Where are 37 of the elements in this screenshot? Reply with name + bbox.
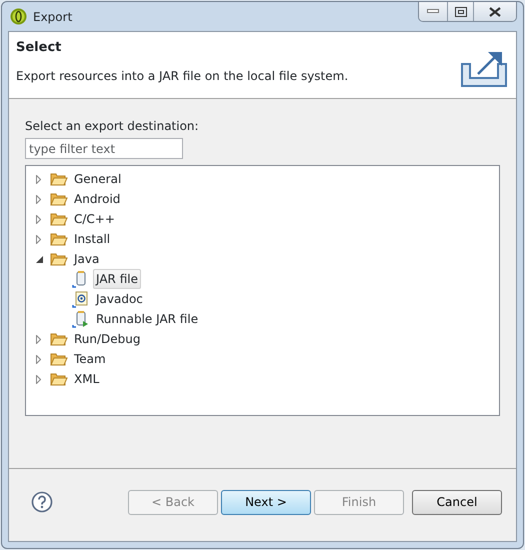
- wizard-button[interactable]: Next >: [221, 490, 311, 514]
- close-icon: [489, 6, 501, 16]
- close-button[interactable]: [473, 2, 516, 21]
- tree-item[interactable]: Runnable JAR file: [93, 310, 202, 328]
- minimize-button[interactable]: [419, 2, 447, 21]
- folder-icon: [50, 172, 68, 186]
- folder-icon: [50, 252, 68, 266]
- filter-field[interactable]: type filter text: [25, 138, 183, 159]
- tree-item[interactable]: Install: [71, 230, 114, 248]
- minimize-icon: [427, 9, 439, 14]
- help-icon[interactable]: [31, 491, 53, 513]
- restore-icon: [454, 6, 466, 16]
- app-icon: [10, 8, 27, 25]
- restore-button[interactable]: [447, 2, 473, 21]
- tree-item[interactable]: General: [71, 170, 124, 188]
- collapse-arrow-icon[interactable]: [36, 256, 45, 262]
- destination-label: Select an export destination:: [25, 118, 200, 135]
- header-title: Select: [16, 39, 62, 57]
- wizard-button[interactable]: Cancel: [412, 490, 502, 514]
- window-title: Export: [33, 8, 72, 26]
- document-icon: [72, 290, 90, 308]
- folder-icon: [50, 192, 68, 206]
- tree-item[interactable]: JAR file: [93, 269, 141, 289]
- tree-item[interactable]: XML: [71, 370, 102, 388]
- folder-icon: [50, 352, 68, 366]
- folder-icon: [50, 212, 68, 226]
- tree-item[interactable]: C/C++: [71, 210, 118, 228]
- folder-icon: [50, 372, 68, 386]
- jar-icon: [72, 310, 90, 328]
- folder-icon: [50, 232, 68, 246]
- folder-icon: [50, 332, 68, 346]
- header-description: Export resources into a JAR file on the local file system.: [16, 68, 348, 84]
- tree-item[interactable]: Java: [71, 250, 102, 268]
- tree-item[interactable]: Team: [71, 350, 109, 368]
- tree-item[interactable]: Run/Debug: [71, 330, 144, 348]
- tree-item[interactable]: Android: [71, 190, 124, 208]
- tree-item[interactable]: Javadoc: [93, 290, 146, 308]
